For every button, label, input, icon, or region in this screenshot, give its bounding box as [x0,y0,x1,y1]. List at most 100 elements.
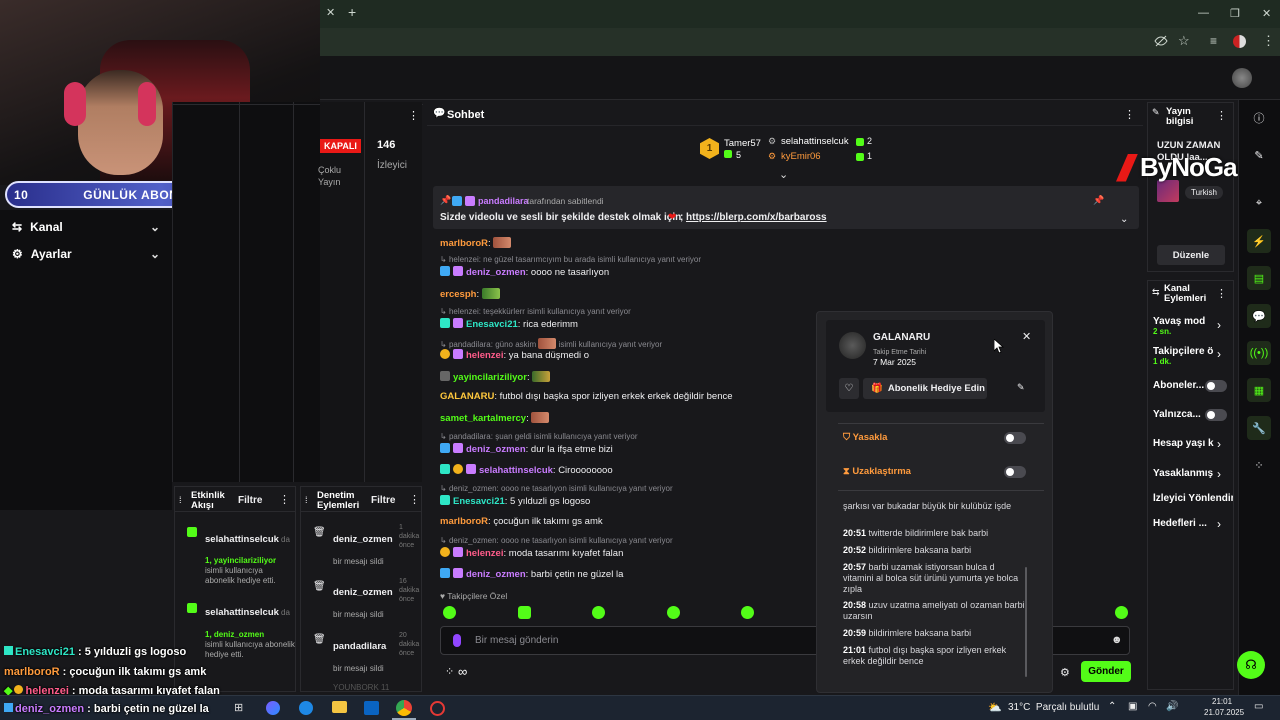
volume-icon[interactable]: 🔊 [1166,701,1178,712]
edge-icon[interactable] [299,701,313,715]
panel-menu-icon[interactable]: ⋮ [1216,287,1227,300]
tray-chevron-icon[interactable]: ⌃ [1108,701,1116,712]
panel-menu-icon[interactable]: ⋮ [1216,109,1227,122]
viewer-redirect-item[interactable]: İzleyici Yönlendir [1153,493,1233,504]
new-tab-button[interactable]: + [348,4,356,20]
activity-filter-button[interactable]: Filtre [238,495,262,506]
follow-heart-button[interactable]: ♡ [839,378,859,399]
pencil-icon[interactable]: ✎ [1247,143,1271,167]
chevron-right-icon[interactable]: › [1217,318,1221,332]
wifi-icon[interactable]: ◠ [1148,701,1157,712]
overlay-chat-line: Enesavci21 : 5 yılduzli gs logoso [4,646,186,658]
minimize-button[interactable]: — [1198,7,1209,19]
document-icon[interactable]: ▤ [1247,266,1271,290]
mod-user[interactable]: deniz_ozmen [333,534,393,545]
eye-off-icon[interactable] [1154,35,1168,47]
points-icon[interactable]: ⁘ [445,665,454,678]
moderation-filter-button[interactable]: Filtre [371,495,395,506]
notification-icon[interactable]: ▭ [1254,701,1263,712]
emote-icon[interactable] [1115,606,1128,619]
pinned-link[interactable]: https://blerp.com/x/barbaross [686,212,827,223]
lightning-icon[interactable]: ⚡ [1247,229,1271,253]
slow-mode-item[interactable]: Yavaş mod 2 sn. [1153,316,1205,336]
chat-settings-icon[interactable]: ⚙ [1060,666,1070,679]
leader-user[interactable]: Tamer57 [724,138,761,149]
support-headset-icon[interactable]: ☊ [1237,651,1265,679]
timeout-toggle[interactable] [1004,466,1026,478]
address-bar[interactable]: ☆ ≡ ⋮ [320,28,1280,56]
mod-user[interactable]: pandadilara [333,641,386,652]
broadcast-icon[interactable]: ((•)) [1247,341,1271,365]
activity-user[interactable]: selahattinselcuk [205,534,279,545]
ban-toggle[interactable] [1004,432,1026,444]
account-age-item[interactable]: Hesap yaşı k [1153,438,1217,449]
close-icon[interactable]: ✕ [1022,330,1031,343]
activity-menu-icon[interactable]: ⋮ [279,493,290,506]
pencil-icon[interactable]: ✎ [1017,382,1025,393]
expand-leaderboard-icon[interactable]: ⌄ [779,168,788,181]
chevron-right-icon[interactable]: › [1217,467,1221,481]
emote-icon[interactable] [667,606,680,619]
user-avatar[interactable] [1232,68,1252,88]
chrome-icon[interactable] [396,700,412,716]
crosshair-icon[interactable]: ⌖ [1247,191,1271,215]
drag-handle-icon[interactable]: ⁞ [179,495,182,505]
activity-user[interactable]: selahattinselcuk [205,607,279,618]
nav-kanal[interactable]: ⇆ Kanal ⌄ [12,220,160,234]
unpin-icon[interactable]: 📌 [1093,195,1104,206]
chevron-right-icon[interactable]: › [1217,437,1221,451]
leader-user[interactable]: kyEmir06 [781,151,821,162]
mod-user[interactable]: deniz_ozmen [333,587,393,598]
edit-button[interactable]: Düzenle [1157,245,1225,265]
emote-icon[interactable] [741,606,754,619]
chat-menu-icon[interactable]: ⋮ [1124,108,1135,121]
subscribers-toggle[interactable] [1205,380,1227,392]
clock-date[interactable]: 21.07.2025 [1204,708,1244,717]
leader-user[interactable]: selahattinselcuk [781,136,849,147]
send-button[interactable]: Gönder [1081,661,1131,682]
browser-menu-icon[interactable]: ⋮ [1262,33,1275,49]
popup-username[interactable]: GALANARU [873,332,930,343]
clock-time[interactable]: 21:01 [1212,697,1232,706]
followers-only-item[interactable]: Takipçilere ö1 dk. [1153,346,1217,366]
reply-context: ↳ deniz_ozmen: oooo ne tasarlıyon isimli… [440,484,673,493]
close-window-button[interactable]: ✕ [1262,7,1271,20]
drag-handle-icon[interactable]: ⁞ [305,495,308,505]
pinned-by-user[interactable]: pandadilara [478,196,529,206]
moderation-menu-icon[interactable]: ⋮ [409,493,420,506]
emoji-icon[interactable]: ☻ [1111,634,1123,646]
emotes-toggle[interactable] [1205,409,1227,421]
info-icon[interactable]: ⓘ [1247,106,1271,130]
copilot-icon[interactable] [266,701,280,715]
chevron-right-icon[interactable]: › [1217,347,1221,361]
emote-icon[interactable] [443,606,456,619]
file-explorer-icon[interactable] [332,701,347,713]
network-icon[interactable]: ▣ [1128,701,1137,712]
chevron-down-icon[interactable]: ⌄ [1120,214,1128,225]
emote-icon[interactable] [518,606,531,619]
maximize-button[interactable]: ❐ [1230,7,1240,20]
app-icon[interactable] [430,701,445,716]
popup-scrollbar[interactable] [1025,567,1027,677]
task-view-icon[interactable]: ⊞ [234,701,243,714]
profile-icon[interactable] [1233,35,1246,48]
sub-badge-icon [856,153,864,161]
outlook-icon[interactable] [364,701,379,715]
media-icon[interactable]: ≡ [1210,34,1217,48]
emote-icon[interactable] [592,606,605,619]
chevron-right-icon[interactable]: › [1217,517,1221,531]
bookmark-star-icon[interactable]: ☆ [1178,33,1190,49]
tab-close-icon[interactable]: ✕ [326,6,335,19]
banned-users-item[interactable]: Yasaklanmış [1153,468,1213,479]
gift-sub-button[interactable]: 🎁 Abonelik Hediye Edin [863,378,987,399]
layout-icon[interactable]: ▦ [1247,378,1271,402]
chat-icon[interactable]: 💬 [1247,304,1271,328]
dots-icon[interactable]: ⁘ [1247,453,1271,477]
nav-ayarlar[interactable]: ⚙ Ayarlar ⌄ [12,247,160,261]
activity-title: Etkinlik Akışı [191,490,225,511]
weather-text[interactable]: 31°C Parçalı bulutlu [1008,702,1099,713]
goals-item[interactable]: Hedefleri ... [1153,518,1207,529]
mic-icon[interactable] [453,634,461,647]
wrench-icon[interactable]: 🔧 [1247,416,1271,440]
panel-menu-icon[interactable]: ⋮ [408,109,419,122]
